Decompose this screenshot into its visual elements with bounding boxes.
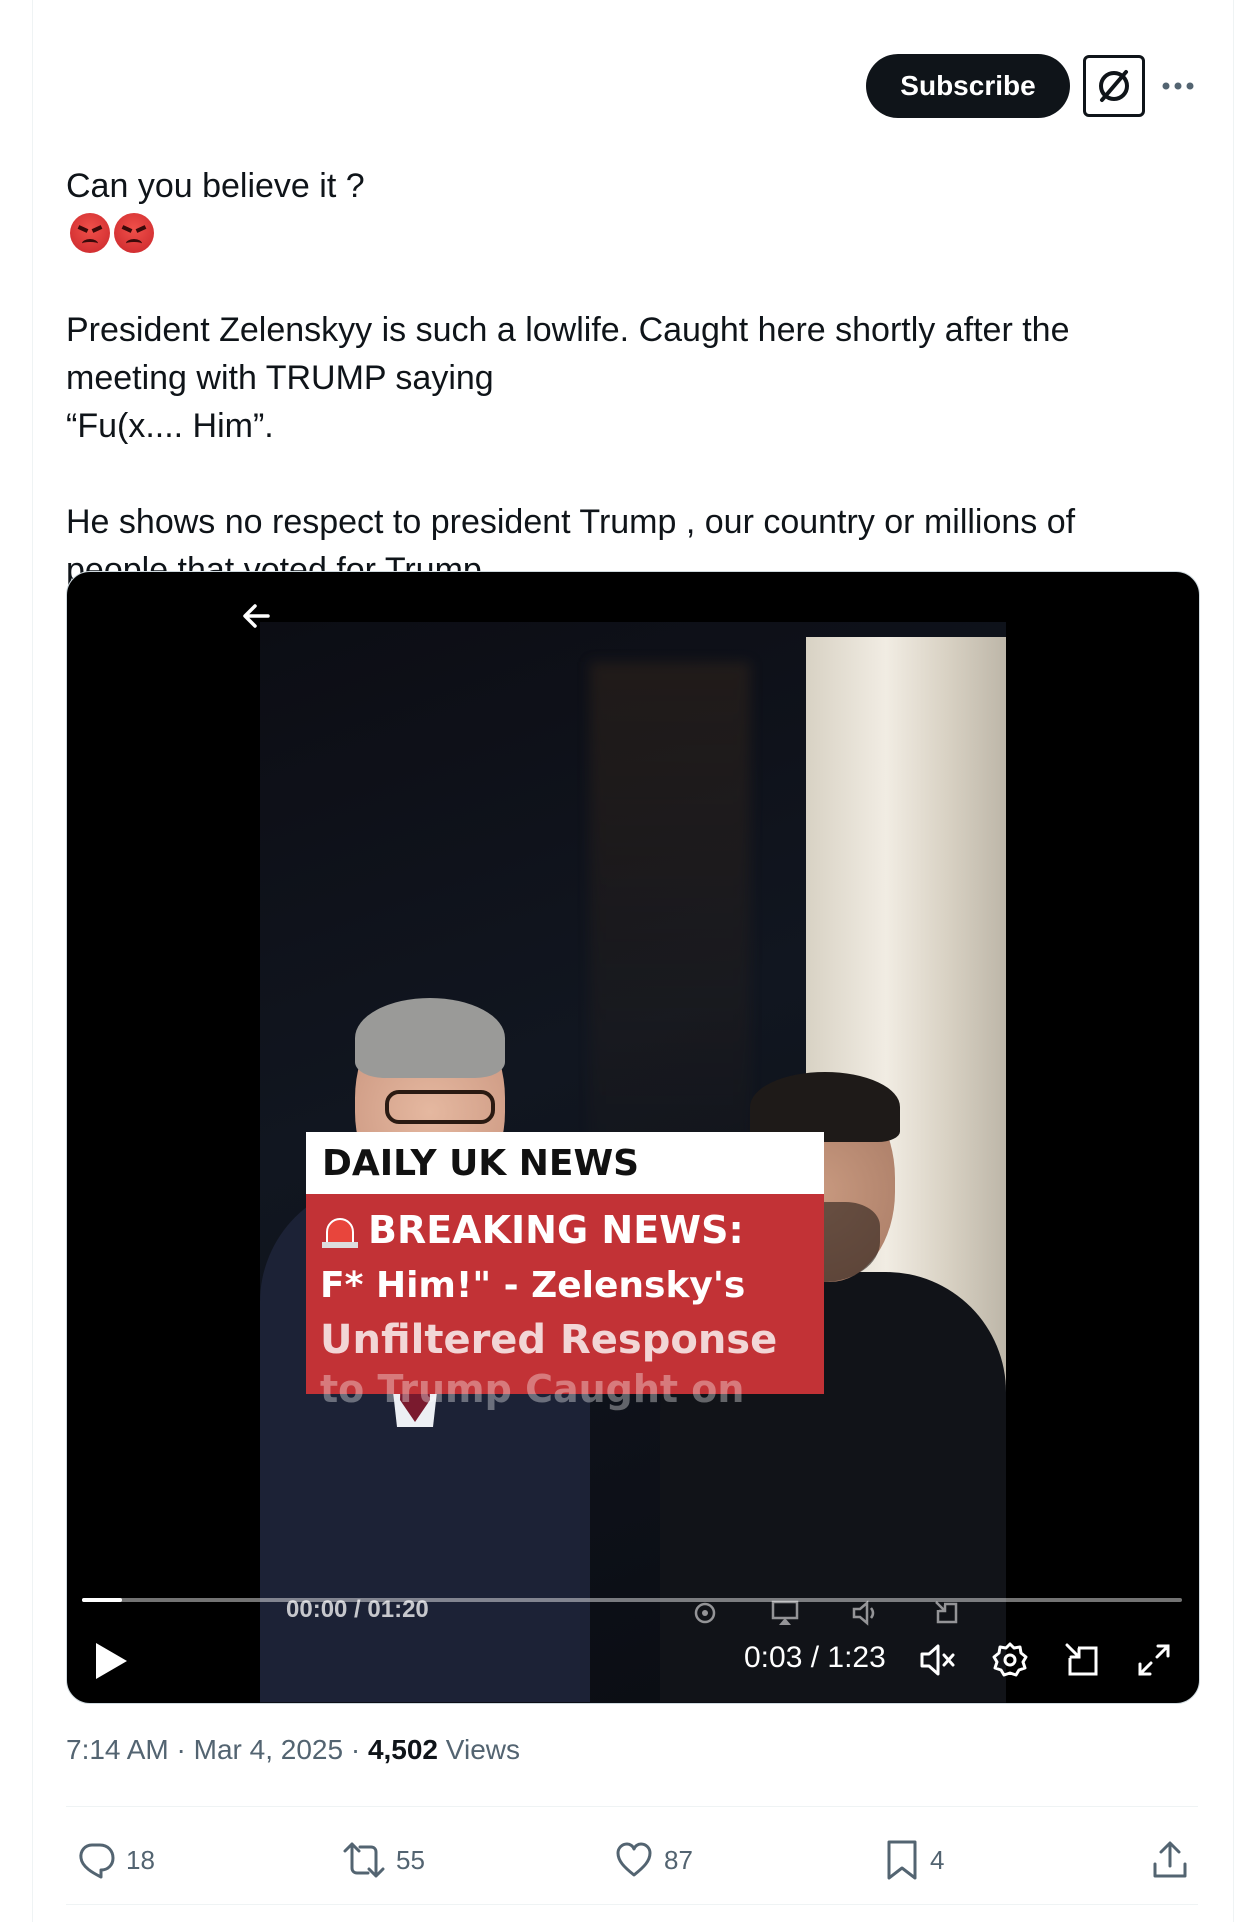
news-line-1: BREAKING NEWS: — [368, 1208, 744, 1252]
pip-icon[interactable] — [1062, 1640, 1102, 1680]
share-icon — [1153, 1841, 1187, 1878]
news-line-3: Unfiltered Response — [320, 1317, 778, 1363]
reply-icon — [79, 1843, 115, 1879]
tweet-text: Can you believe it ? President Zelenskyy… — [66, 162, 1186, 594]
mute-icon[interactable] — [918, 1640, 958, 1680]
siren-icon — [320, 1210, 360, 1250]
more-icon[interactable] — [1160, 68, 1196, 104]
embedded-pip-icon — [935, 1601, 958, 1624]
bookmark-count: 4 — [930, 1844, 945, 1875]
settings-icon[interactable] — [990, 1640, 1030, 1680]
divider — [66, 1806, 1198, 1807]
fullscreen-icon[interactable] — [1134, 1640, 1174, 1680]
bookmark-button[interactable]: 4 — [884, 1838, 944, 1882]
reply-count: 18 — [126, 1844, 155, 1875]
repost-count: 55 — [396, 1844, 425, 1875]
embedded-video-time: 00:00 / 01:20 — [286, 1596, 429, 1623]
embedded-airplay-icon — [771, 1600, 799, 1625]
angry-face-icon — [114, 213, 154, 253]
embedded-volume-icon — [852, 1600, 875, 1626]
meta-separator: · — [350, 1734, 361, 1765]
subscribe-button[interactable]: Subscribe — [866, 54, 1070, 118]
heart-icon — [616, 1842, 652, 1877]
video-progress-bar[interactable] — [82, 1598, 1182, 1602]
news-line-4: to Trump Caught on — [320, 1367, 745, 1411]
repost-button[interactable]: 55 — [342, 1838, 425, 1882]
bookmark-icon — [887, 1840, 917, 1880]
share-button[interactable] — [1150, 1838, 1200, 1882]
views-count: 4,502 — [367, 1734, 439, 1765]
embedded-settings-icon — [694, 1602, 716, 1624]
repost-icon — [343, 1842, 385, 1878]
views-label: Views — [445, 1734, 520, 1765]
tweet-line-1: Can you believe it ? — [66, 167, 365, 205]
like-button[interactable]: 87 — [614, 1838, 693, 1882]
news-overlay: DAILY UK NEWS BREAKING NEWS: F* Him!" - … — [306, 1132, 824, 1411]
video-progress-fill — [82, 1598, 122, 1602]
video-time: 0:03 / 1:23 — [744, 1641, 886, 1674]
news-line-2: F* Him!" - Zelensky's — [320, 1265, 746, 1306]
tweet-meta: 7:14 AM · Mar 4, 2025 · 4,502 Views — [66, 1734, 520, 1766]
angry-face-icon — [70, 213, 110, 253]
meta-separator: · — [176, 1734, 186, 1765]
grok-icon[interactable] — [1083, 55, 1145, 117]
news-overlay-body: BREAKING NEWS: F* Him!" - Zelensky's Unf… — [306, 1194, 824, 1411]
tweet-paragraph-2: President Zelenskyy is such a lowlife. C… — [66, 311, 1070, 445]
tweet-date[interactable]: Mar 4, 2025 — [194, 1734, 343, 1765]
play-icon[interactable] — [92, 1640, 130, 1682]
divider — [66, 1904, 1198, 1905]
tweet-time[interactable]: 7:14 AM — [66, 1734, 169, 1765]
reply-button[interactable]: 18 — [76, 1838, 155, 1882]
like-count: 87 — [664, 1844, 693, 1875]
news-overlay-header: DAILY UK NEWS — [306, 1132, 824, 1194]
back-arrow-icon[interactable] — [238, 598, 274, 634]
